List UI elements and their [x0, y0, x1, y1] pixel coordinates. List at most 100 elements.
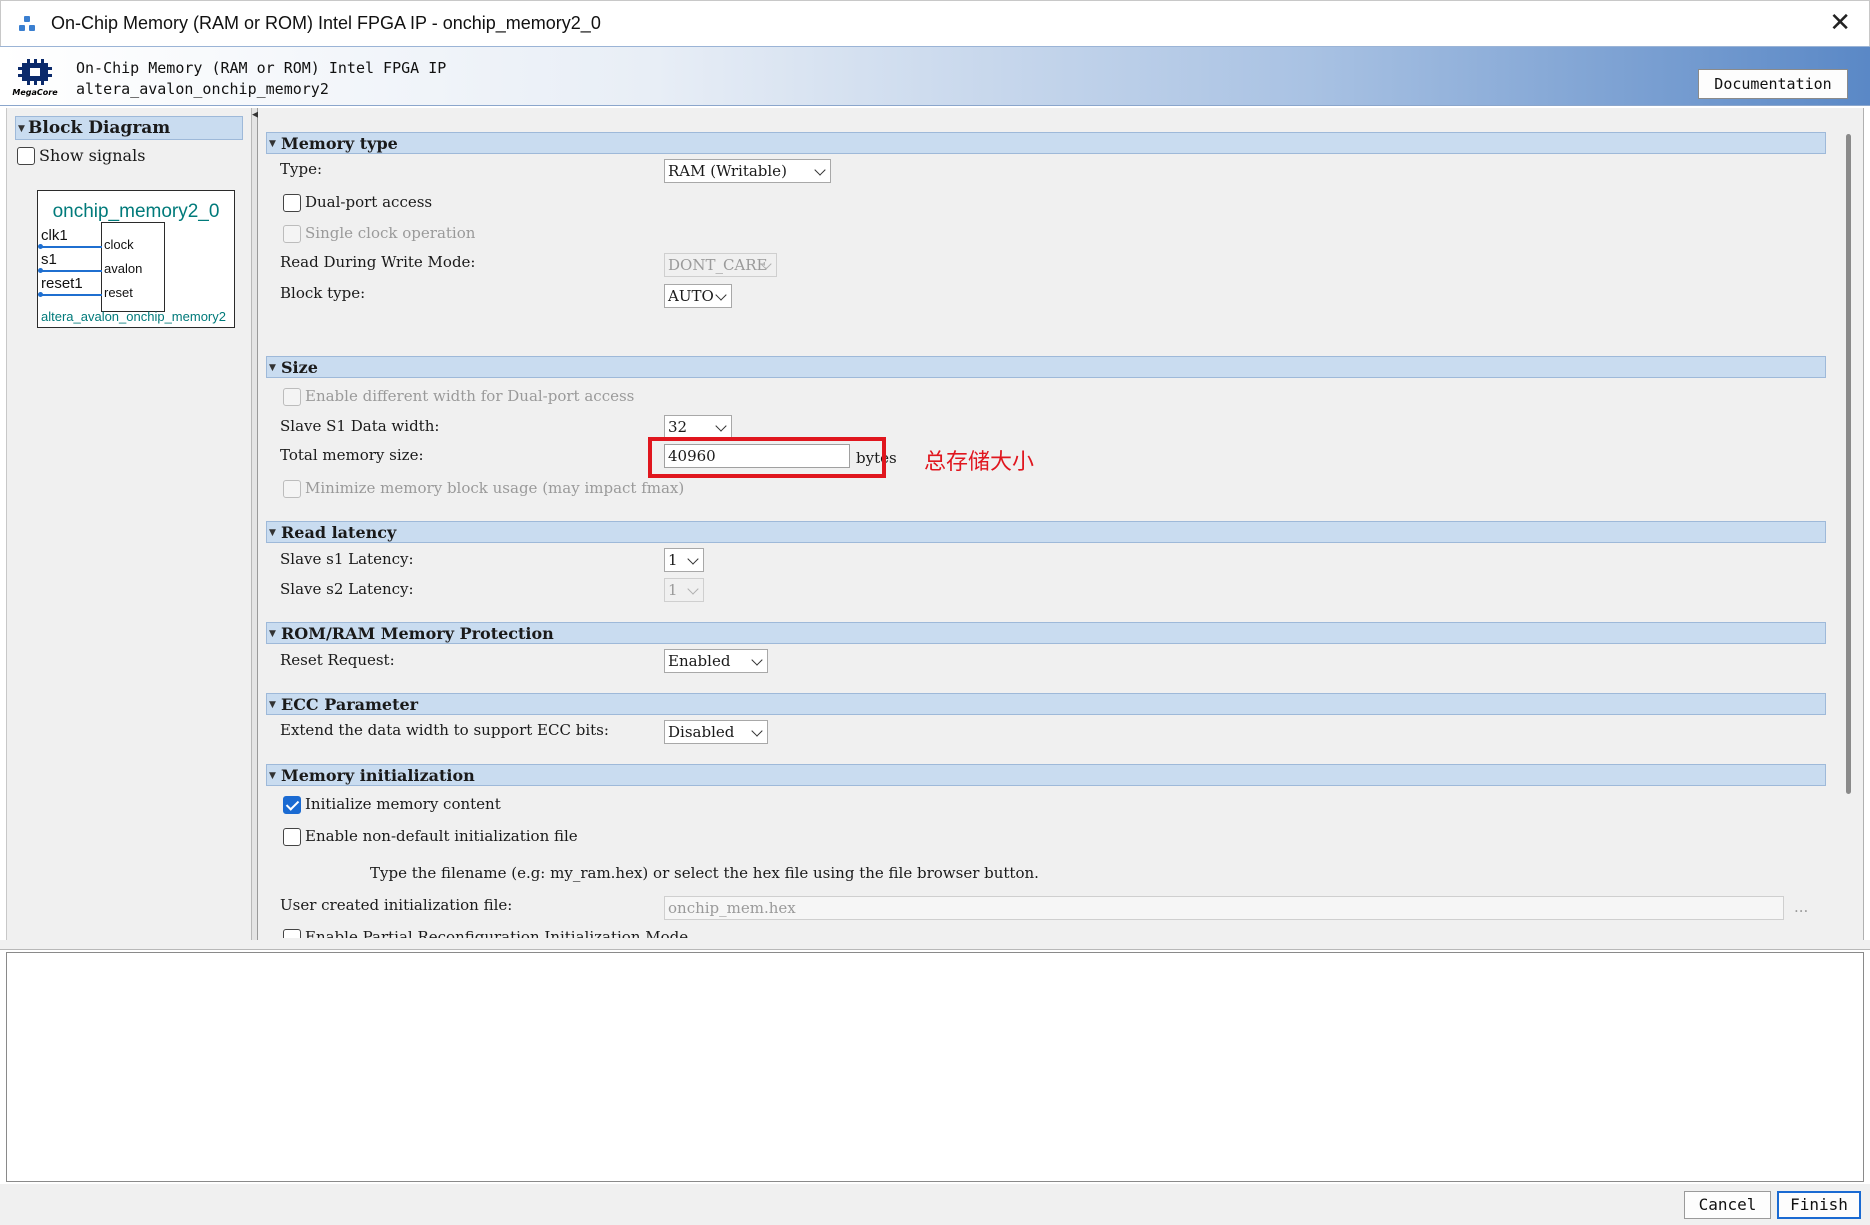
s1-width-value: 32 [668, 418, 688, 436]
dialog-footer: Cancel Finish [0, 1184, 1870, 1225]
checkbox-icon[interactable] [283, 194, 301, 212]
s2-latency-value: 1 [668, 581, 678, 599]
rdw-select[interactable]: DONT_CARE [664, 253, 777, 277]
memory-init-header[interactable]: ▼ Memory initialization [266, 764, 1826, 786]
window-title: On-Chip Memory (RAM or ROM) Intel FPGA I… [51, 13, 601, 33]
chevron-down-icon [751, 725, 763, 737]
collapse-triangle-icon: ▼ [269, 700, 276, 710]
finish-button[interactable]: Finish [1777, 1191, 1861, 1219]
ecc-header[interactable]: ▼ ECC Parameter [266, 693, 1826, 715]
collapse-triangle-icon: ▼ [269, 139, 276, 149]
block-diagram-panel: ▼ Block Diagram Show signals onchip_memo… [6, 108, 252, 940]
checkbox-icon[interactable] [283, 828, 301, 846]
port-clk1: clk1 [41, 227, 68, 244]
s2-latency-select[interactable]: 1 [664, 578, 704, 602]
block-type-label: Block type: [280, 284, 366, 302]
checkbox-icon[interactable] [283, 480, 301, 498]
browse-button[interactable]: ... [1794, 898, 1808, 916]
protection-section: ▼ ROM/RAM Memory Protection [266, 622, 1826, 644]
port-s1: s1 [41, 251, 57, 268]
memory-type-section: ▼ Memory type [266, 132, 1826, 154]
message-divider[interactable] [0, 940, 1870, 950]
megacore-logo: MegaCore [12, 55, 58, 99]
clock-wire [40, 246, 102, 248]
message-area [6, 952, 1864, 1182]
type-select[interactable]: RAM (Writable) [664, 159, 831, 183]
memory-init-title: Memory initialization [281, 766, 475, 785]
checkbox-icon[interactable] [17, 146, 35, 165]
collapse-triangle-icon: ▼ [269, 528, 276, 538]
vertical-scrollbar[interactable] [1844, 120, 1856, 940]
single-clock-checkbox[interactable]: Single clock operation [283, 224, 475, 243]
port-clock: clock [104, 237, 134, 252]
non-default-file-label: Enable non-default initialization file [305, 827, 578, 845]
s1-latency-value: 1 [668, 551, 678, 569]
minimize-label: Minimize memory block usage (may impact … [305, 479, 685, 497]
init-file-input[interactable]: onchip_mem.hex [664, 896, 1784, 920]
reset-request-select[interactable]: Enabled [664, 649, 768, 673]
block-type-select[interactable]: AUTO [664, 284, 732, 308]
chevron-down-icon [715, 289, 727, 301]
block-component-type: altera_avalon_onchip_memory2 [40, 309, 226, 324]
chevron-down-icon [687, 583, 699, 595]
read-latency-header[interactable]: ▼ Read latency [266, 521, 1826, 543]
chevron-down-icon [751, 654, 763, 666]
ip-header: MegaCore On-Chip Memory (RAM or ROM) Int… [0, 46, 1870, 106]
s1-latency-label: Slave s1 Latency: [280, 550, 414, 568]
checkbox-checked-icon[interactable] [283, 796, 301, 814]
block-diagram-header[interactable]: ▼ Block Diagram [15, 116, 243, 140]
collapse-triangle-icon: ▼ [269, 363, 276, 373]
ecc-extend-value: Disabled [668, 723, 735, 741]
checkbox-icon[interactable] [283, 929, 301, 938]
show-signals-label: Show signals [39, 146, 146, 165]
checkbox-icon[interactable] [283, 225, 301, 243]
block-instance-name: onchip_memory2_0 [52, 201, 220, 222]
checkbox-icon[interactable] [283, 388, 301, 406]
title-bar: On-Chip Memory (RAM or ROM) Intel FPGA I… [0, 0, 1870, 46]
rdw-label: Read During Write Mode: [280, 253, 476, 271]
dual-port-checkbox[interactable]: Dual-port access [283, 193, 432, 212]
s1-latency-select[interactable]: 1 [664, 548, 704, 572]
app-network-icon [19, 15, 35, 32]
reset-request-value: Enabled [668, 652, 731, 670]
scroll-thumb[interactable] [1846, 134, 1851, 794]
megacore-mark-icon [18, 59, 52, 85]
block-type-value: AUTO [668, 287, 714, 305]
size-header[interactable]: ▼ Size [266, 356, 1826, 378]
protection-header[interactable]: ▼ ROM/RAM Memory Protection [266, 622, 1826, 644]
ecc-extend-select[interactable]: Disabled [664, 720, 768, 744]
port-avalon: avalon [104, 261, 143, 276]
partial-reconfig-checkbox[interactable]: Enable Partial Reconfiguration Initializ… [283, 928, 688, 938]
memory-type-header[interactable]: ▼ Memory type [266, 132, 1826, 154]
init-file-hint: Type the filename (e.g: my_ram.hex) or s… [370, 864, 1039, 882]
minimize-checkbox[interactable]: Minimize memory block usage (may impact … [283, 479, 684, 498]
s1-width-select[interactable]: 32 [664, 415, 732, 439]
logo-text: MegaCore [12, 88, 58, 97]
collapse-triangle-icon: ▼ [18, 124, 25, 134]
size-title: Size [281, 358, 318, 377]
reset-wire [40, 294, 102, 296]
annotation-text: 总存储大小 [924, 450, 1035, 475]
init-content-label: Initialize memory content [305, 795, 501, 813]
reset-request-label: Reset Request: [280, 651, 395, 669]
chevron-down-icon [687, 553, 699, 565]
close-icon[interactable]: ✕ [1829, 9, 1851, 37]
diff-width-checkbox[interactable]: Enable different width for Dual-port acc… [283, 387, 634, 406]
show-signals-checkbox[interactable]: Show signals [17, 146, 145, 165]
clock-conduit-dot [38, 244, 43, 249]
avalon-wire [40, 270, 102, 272]
diff-width-label: Enable different width for Dual-port acc… [305, 387, 635, 405]
type-value: RAM (Writable) [668, 162, 787, 180]
documentation-button[interactable]: Documentation [1698, 69, 1848, 99]
component-name: altera_avalon_onchip_memory2 [76, 80, 329, 98]
type-label: Type: [280, 160, 323, 178]
read-latency-section: ▼ Read latency [266, 521, 1826, 543]
init-file-label: User created initialization file: [280, 896, 513, 914]
init-content-checkbox[interactable]: Initialize memory content [283, 795, 501, 814]
non-default-file-checkbox[interactable]: Enable non-default initialization file [283, 827, 578, 846]
port-reset1: reset1 [41, 275, 83, 292]
chevron-down-icon [715, 420, 727, 432]
cancel-button[interactable]: Cancel [1684, 1191, 1771, 1219]
single-clock-label: Single clock operation [305, 224, 476, 242]
rdw-value: DONT_CARE [668, 256, 768, 274]
